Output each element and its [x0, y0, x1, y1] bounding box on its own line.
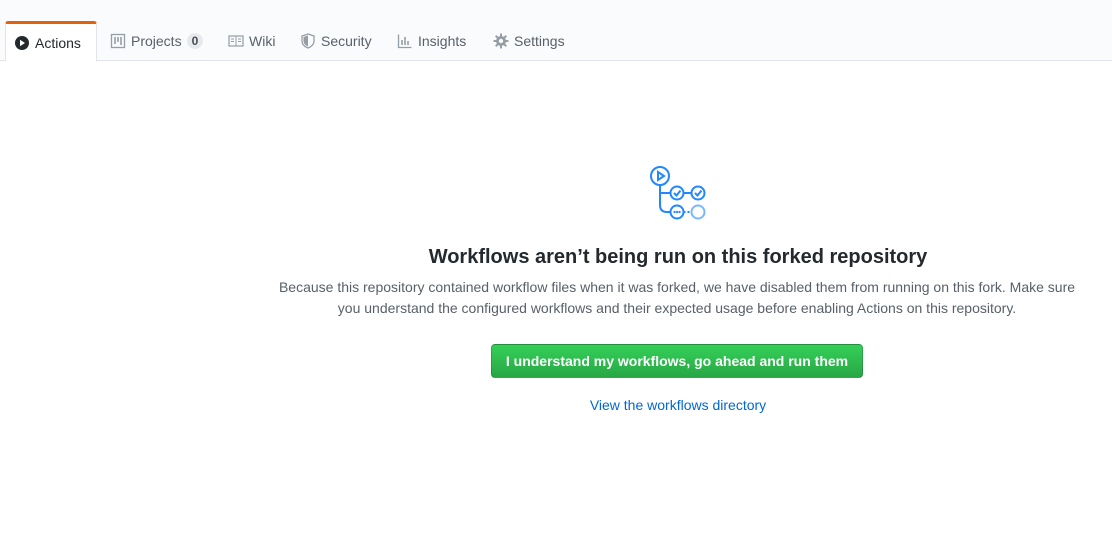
enable-workflows-button[interactable]: I understand my workflows, go ahead and …: [491, 344, 863, 378]
tab-label: Wiki: [249, 33, 276, 49]
tab-label: Settings: [514, 33, 565, 49]
tab-wiki[interactable]: Wiki: [220, 21, 283, 61]
book-icon: [228, 33, 244, 49]
page-title: Workflows aren’t being run on this forke…: [428, 246, 928, 268]
graph-icon: [397, 33, 413, 49]
tab-label: Insights: [418, 33, 467, 49]
tab-insights[interactable]: Insights: [389, 21, 474, 61]
gear-icon: [493, 33, 509, 49]
tab-actions[interactable]: Actions: [5, 21, 97, 62]
tab-label: Actions: [35, 34, 81, 51]
workflow-icon: [648, 163, 710, 223]
play-icon: [14, 35, 30, 51]
shield-icon: [300, 33, 316, 49]
tab-projects[interactable]: Projects 0: [102, 21, 211, 61]
tab-label: Security: [321, 33, 372, 49]
projects-count-badge: 0: [186, 33, 204, 49]
notice-description: Because this repository contained workfl…: [278, 279, 1076, 316]
tab-label: Projects: [131, 33, 182, 49]
workflows-directory-link[interactable]: View the workflows directory: [0, 396, 1112, 414]
tab-security[interactable]: Security: [292, 21, 380, 61]
project-icon: [110, 33, 126, 49]
repo-tab-nav: Actions Projects 0 Wiki Security Insight…: [0, 0, 1112, 62]
tab-settings[interactable]: Settings: [485, 21, 573, 61]
